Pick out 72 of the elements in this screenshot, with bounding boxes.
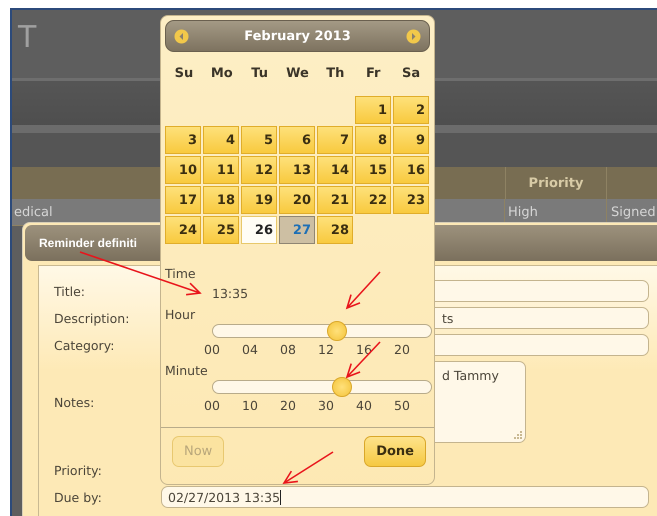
day-cell[interactable]: 5 bbox=[241, 126, 277, 154]
day-cell[interactable]: 13 bbox=[279, 156, 315, 184]
weekday-label: Sa bbox=[401, 66, 422, 83]
day-cell[interactable]: 23 bbox=[393, 186, 429, 214]
day-cell[interactable]: 20 bbox=[279, 186, 315, 214]
day-cell[interactable]: 21 bbox=[317, 186, 353, 214]
slider-label: Hour bbox=[165, 307, 196, 322]
tick-label: 30 bbox=[317, 398, 335, 413]
slider-track[interactable] bbox=[212, 380, 432, 394]
day-cell[interactable]: 10 bbox=[165, 156, 201, 184]
time-label: Time bbox=[165, 266, 197, 281]
day-cell[interactable]: 15 bbox=[355, 156, 391, 184]
tick-label: 50 bbox=[393, 398, 411, 413]
previous-month-icon[interactable] bbox=[174, 28, 189, 44]
field-label: Title: bbox=[54, 284, 86, 298]
day-cell[interactable]: 2 bbox=[393, 96, 429, 124]
day-cell[interactable]: 18 bbox=[203, 186, 239, 214]
text-cursor bbox=[280, 490, 282, 504]
day-cell[interactable]: 28 bbox=[317, 216, 353, 244]
day-cell[interactable]: 7 bbox=[317, 126, 353, 154]
tick-label: 12 bbox=[317, 342, 335, 357]
month-title[interactable]: February 2013 bbox=[244, 28, 351, 44]
day-cell[interactable]: 8 bbox=[355, 126, 391, 154]
weekday-label: We bbox=[285, 66, 310, 83]
tick-label: 10 bbox=[241, 398, 259, 413]
dialog-title: Reminder definiti bbox=[39, 236, 138, 250]
slider-label: Minute bbox=[165, 363, 209, 378]
day-cell[interactable]: 1 bbox=[355, 96, 391, 124]
day-cell[interactable]: 14 bbox=[317, 156, 353, 184]
day-cell[interactable]: 19 bbox=[241, 186, 277, 214]
weekday-label: Th bbox=[325, 66, 346, 83]
weekday-label: Mo bbox=[210, 66, 234, 83]
day-cell[interactable]: 17 bbox=[165, 186, 201, 214]
day-cell[interactable]: 9 bbox=[393, 126, 429, 154]
tick-label: 08 bbox=[279, 342, 297, 357]
day-cell[interactable]: 22 bbox=[355, 186, 391, 214]
annotation-arrow bbox=[346, 341, 381, 378]
weekday-label: Tu bbox=[250, 66, 269, 83]
weekday-label: Su bbox=[174, 66, 194, 83]
date-field[interactable]: 02/27/2013 13:35 bbox=[161, 486, 649, 508]
table-cell-text: edical bbox=[13, 204, 53, 222]
field-label: Description: bbox=[54, 310, 130, 326]
day-cell[interactable]: 6 bbox=[279, 126, 315, 154]
day-cell[interactable]: 3 bbox=[165, 126, 201, 154]
field-label: Notes: bbox=[54, 394, 96, 410]
field-label: Priority: bbox=[54, 462, 103, 478]
next-month-icon[interactable] bbox=[406, 28, 421, 44]
day-cell[interactable]: 16 bbox=[393, 156, 429, 184]
tick-label: 04 bbox=[241, 342, 259, 357]
tick-label: 00 bbox=[203, 342, 221, 357]
day-cell[interactable]: 26 bbox=[241, 216, 277, 244]
tick-label: 40 bbox=[355, 398, 373, 413]
field-label: Due by: bbox=[54, 490, 103, 504]
field-label: Category: bbox=[54, 338, 116, 352]
day-cell[interactable]: 24 bbox=[165, 216, 201, 244]
day-cell[interactable]: 12 bbox=[241, 156, 277, 184]
day-cell[interactable]: 11 bbox=[203, 156, 239, 184]
annotation-arrow bbox=[346, 271, 381, 310]
day-cell[interactable]: 25 bbox=[203, 216, 239, 244]
annotation-arrow bbox=[282, 451, 334, 484]
app-title: T bbox=[18, 20, 36, 55]
tick-label: 00 bbox=[203, 398, 221, 413]
done-button[interactable]: Done bbox=[364, 436, 426, 467]
time-value: 13:35 bbox=[212, 286, 250, 301]
slider-thumb[interactable] bbox=[332, 377, 352, 397]
resize-grip-icon bbox=[513, 430, 522, 439]
tick-label: 20 bbox=[393, 342, 411, 357]
slider-track[interactable] bbox=[212, 324, 432, 338]
day-cell[interactable]: 4 bbox=[203, 126, 239, 154]
slider-thumb[interactable] bbox=[327, 321, 348, 341]
weekday-label: Fr bbox=[364, 66, 382, 83]
tick-label: 20 bbox=[279, 398, 297, 413]
